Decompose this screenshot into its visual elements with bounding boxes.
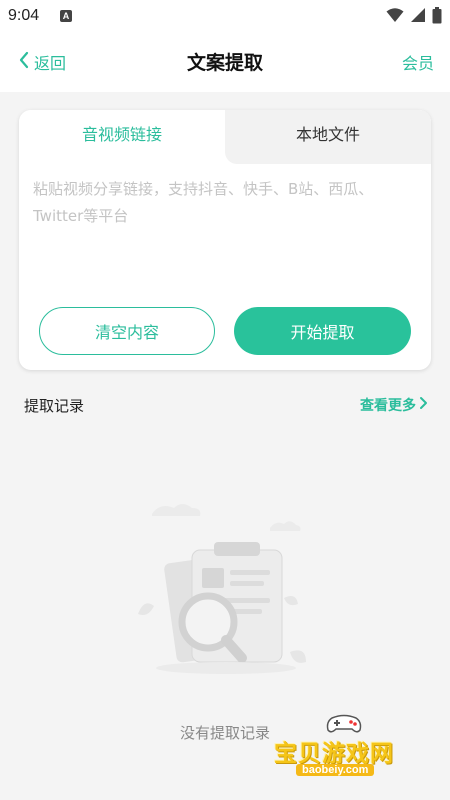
see-more-link[interactable]: 查看更多 xyxy=(360,395,428,415)
vip-button[interactable]: 会员 xyxy=(402,50,434,74)
tab-local-file[interactable]: 本地文件 xyxy=(225,110,431,164)
header-bar: 返回 文案提取 会员 xyxy=(0,34,450,92)
watermark-logo: 宝贝游戏网 baobeiy.com xyxy=(272,712,422,784)
watermark-domain: baobeiy.com xyxy=(296,764,375,776)
wifi-icon xyxy=(386,7,404,27)
page-title: 文案提取 xyxy=(186,52,263,74)
clear-button[interactable]: 清空内容 xyxy=(39,307,215,355)
notification-icon: A xyxy=(60,10,72,22)
status-bar: 9:04 A xyxy=(0,0,450,34)
clipboard-magnifier-icon xyxy=(130,498,320,688)
status-time: 9:04 xyxy=(8,7,40,24)
signal-icon xyxy=(410,7,426,27)
watermark-brand: 宝贝游戏网 xyxy=(274,741,394,767)
start-extract-button[interactable]: 开始提取 xyxy=(234,307,411,355)
tab-bar: 音视频链接 本地文件 xyxy=(19,110,431,164)
status-icons xyxy=(386,6,442,28)
chevron-right-icon xyxy=(419,396,428,414)
battery-icon xyxy=(432,6,442,28)
link-input[interactable] xyxy=(33,176,417,294)
see-more-label: 查看更多 xyxy=(360,398,416,414)
tab-video-link[interactable]: 音视频链接 xyxy=(19,110,225,164)
history-title: 提取记录 xyxy=(24,397,85,415)
extract-card: 音视频链接 本地文件 清空内容 开始提取 xyxy=(19,110,431,370)
